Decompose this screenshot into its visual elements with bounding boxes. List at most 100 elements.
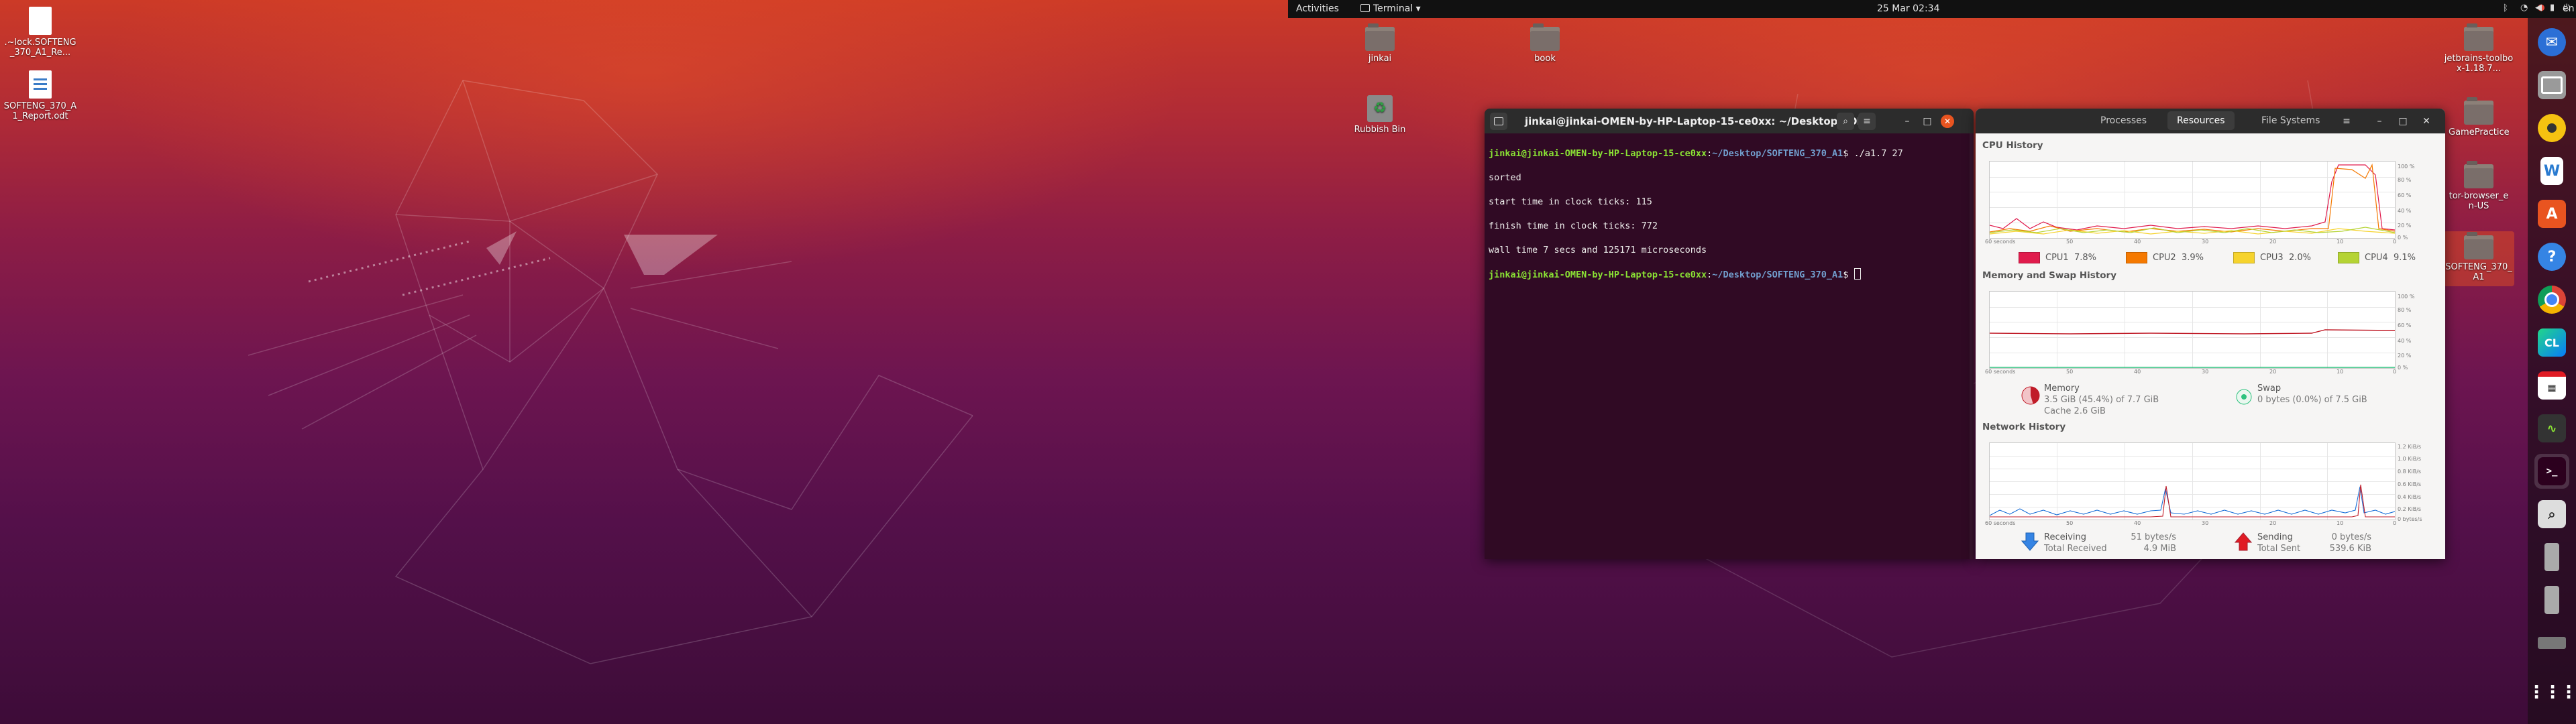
- desktop-item-rubbish-bin[interactable]: ♻ Rubbish Bin: [1350, 95, 1410, 135]
- dock-show-apps[interactable]: ⋮⋮⋮: [2528, 675, 2576, 710]
- receiving-info: Receiving Total Received: [2044, 532, 2107, 554]
- dotted-line-2: [402, 257, 551, 296]
- terminal-prompt-line: jinkai@jinkai-OMEN-by-HP-Laptop-15-ce0xx…: [1489, 268, 1970, 281]
- download-arrow-icon[interactable]: [2021, 532, 2039, 552]
- wallpaper: [0, 0, 1288, 724]
- close-button[interactable]: ✕: [2420, 115, 2433, 128]
- cat-wallpaper-art: [248, 80, 973, 664]
- terminal-window[interactable]: jinkai@jinkai-OMEN-by-HP-Laptop-15-ce0xx…: [1485, 109, 1974, 559]
- terminal-header[interactable]: jinkai@jinkai-OMEN-by-HP-Laptop-15-ce0xx…: [1485, 109, 1974, 133]
- new-tab-button[interactable]: [1490, 113, 1507, 130]
- cpu2-label: CPU2: [2153, 253, 2176, 263]
- desktop-item-label: tor-browser_en-US: [2449, 191, 2509, 211]
- dock-writer[interactable]: W: [2534, 154, 2569, 188]
- dock-terminal[interactable]: >_: [2534, 454, 2569, 489]
- power-menu-icon[interactable]: ⏻: [2563, 3, 2570, 13]
- minimize-button[interactable]: –: [1900, 115, 1914, 128]
- menu-button[interactable]: ≡: [2340, 115, 2353, 128]
- left-monitor: .~lock.SOFTENG_370_A1_Re... SOFTENG_370_…: [0, 0, 1288, 724]
- tab-resources[interactable]: Resources: [2167, 111, 2235, 130]
- desktop-item-gamepractice[interactable]: GamePractice: [2449, 97, 2510, 137]
- terminal-line: wall time 7 secs and 125171 microseconds: [1489, 245, 1707, 255]
- dock-files[interactable]: [2534, 68, 2569, 103]
- maximize-button[interactable]: □: [1921, 115, 1934, 128]
- memory-pie-icon[interactable]: [2021, 385, 2041, 406]
- x-tick-label: 50: [2066, 239, 2074, 245]
- bluetooth-icon[interactable]: ᛒ: [2503, 3, 2508, 13]
- app-menu[interactable]: Terminal ▾: [1360, 3, 1421, 14]
- maximize-button[interactable]: □: [2396, 115, 2410, 128]
- writer-document-icon: [29, 70, 52, 99]
- dock-usb-1[interactable]: [2534, 540, 2569, 575]
- total-sent-label: Total Sent: [2257, 544, 2301, 554]
- search-button[interactable]: ⌕: [1837, 113, 1854, 130]
- terminal-title: jinkai@jinkai-OMEN-by-HP-Laptop-15-ce0xx…: [1525, 115, 1874, 127]
- memory-info: Memory 3.5 GiB (45.4%) of 7.7 GiB Cache …: [2044, 383, 2159, 417]
- desktop-file-lock[interactable]: .~lock.SOFTENG_370_A1_Re...: [3, 7, 77, 58]
- removable-drive-icon: [2538, 637, 2566, 649]
- desktop-file-report[interactable]: SOFTENG_370_A1_Report.odt: [3, 70, 77, 121]
- desktop-item-label: SOFTENG_370_A1: [2445, 262, 2512, 282]
- x-tick-label: 50: [2066, 369, 2074, 375]
- desktop-file-label: SOFTENG_370_A1_Report.odt: [3, 101, 77, 121]
- desktop-item-book[interactable]: book: [1523, 23, 1567, 64]
- desktop-item-tor-browser[interactable]: tor-browser_en-US: [2449, 161, 2509, 211]
- terminal-line: sorted: [1489, 172, 1521, 183]
- memory-graph: [1989, 291, 2396, 369]
- cpu2-legend[interactable]: CPU2 3.9%: [2126, 252, 2204, 263]
- desktop-item-jinkai[interactable]: jinkai: [1358, 23, 1402, 64]
- writer-icon: W: [2540, 157, 2563, 185]
- whisker-left-3: [301, 335, 477, 430]
- network-icon[interactable]: ◔: [2520, 3, 2528, 13]
- dock-thunderbird[interactable]: ✉: [2534, 25, 2569, 60]
- dock-help[interactable]: ?: [2534, 239, 2569, 274]
- cpu4-swatch: [2338, 252, 2359, 263]
- dock-chrome[interactable]: [2534, 282, 2569, 317]
- dock-system-monitor[interactable]: ∿: [2534, 411, 2569, 446]
- cpu3-legend[interactable]: CPU3 2.0%: [2233, 252, 2311, 263]
- dock-rhythmbox[interactable]: [2534, 111, 2569, 145]
- menu-button[interactable]: ≡: [1858, 113, 1876, 130]
- terminal-scrollbar[interactable]: [1970, 133, 1974, 559]
- desktop-item-jetbrains[interactable]: jetbrains-toolbox-1.18.7...: [2443, 23, 2514, 74]
- minimize-button[interactable]: –: [2373, 115, 2386, 128]
- dock-software[interactable]: A: [2534, 196, 2569, 231]
- tab-processes[interactable]: Processes: [2091, 111, 2156, 130]
- dock-removable[interactable]: [2534, 625, 2569, 660]
- cpu4-legend[interactable]: CPU4 9.1%: [2338, 252, 2416, 263]
- prompt-path: ~/Desktop/SOFTENG_370_A1: [1712, 148, 1843, 159]
- y-tick-label: 60 %: [2398, 322, 2412, 328]
- desktop-item-softeng-folder[interactable]: SOFTENG_370_A1: [2443, 231, 2514, 286]
- cpu2-value: 3.9%: [2181, 253, 2204, 263]
- cpu1-legend[interactable]: CPU1 7.8%: [2019, 252, 2096, 263]
- dock-calendar[interactable]: ▦: [2534, 368, 2569, 403]
- rhythmbox-icon: [2538, 114, 2566, 142]
- volume-icon[interactable]: ◀: [2535, 3, 2542, 13]
- y-tick-label: 100 %: [2398, 164, 2415, 170]
- dock-clion[interactable]: CL: [2534, 325, 2569, 360]
- receiving-value: 51 bytes/s: [2131, 532, 2176, 542]
- battery-icon[interactable]: ▮: [2550, 3, 2555, 13]
- close-button[interactable]: ✕: [1941, 115, 1954, 128]
- system-tray: ᛒ ◔ ◀ ▮ ⏻: [2485, 0, 2576, 18]
- dock-image-viewer[interactable]: ⌕: [2534, 497, 2569, 532]
- rhythmbox-center: [2547, 123, 2557, 133]
- maximize-icon: □: [2398, 116, 2408, 127]
- swap-pie-icon[interactable]: [2234, 387, 2254, 407]
- dock-usb-2[interactable]: [2534, 583, 2569, 617]
- sending-label: Sending: [2257, 532, 2293, 542]
- x-tick-label: 50: [2066, 520, 2074, 526]
- prompt-path: ~/Desktop/SOFTENG_370_A1: [1712, 269, 1843, 280]
- activities-button[interactable]: Activities: [1296, 3, 1339, 14]
- system-monitor-window[interactable]: Processes Resources File Systems ≡ – □ ✕…: [1976, 109, 2445, 559]
- system-monitor-header[interactable]: Processes Resources File Systems ≡ – □ ✕: [1976, 109, 2445, 133]
- upload-arrow-icon[interactable]: [2234, 532, 2253, 552]
- total-received-label: Total Received: [2044, 544, 2107, 554]
- cpu2-swatch: [2126, 252, 2147, 263]
- terminal-output[interactable]: jinkai@jinkai-OMEN-by-HP-Laptop-15-ce0xx…: [1485, 133, 1974, 307]
- tab-file-systems[interactable]: File Systems: [2252, 111, 2329, 130]
- system-monitor-icon: ∿: [2538, 414, 2566, 442]
- command-text: ./a1.7 27: [1854, 148, 1903, 159]
- clock[interactable]: 25 Mar 02:34: [1877, 3, 1939, 14]
- total-received-value: 4.9 MiB: [2143, 544, 2176, 554]
